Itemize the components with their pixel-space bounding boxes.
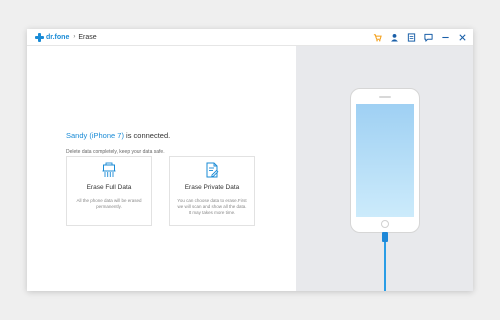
erase-private-data-card[interactable]: Erase Private Data You can choose data t… [169,156,255,226]
shredder-icon [67,162,151,178]
usb-connector [382,232,388,242]
device-name: Sandy (iPhone 7) [66,131,124,140]
card-description: You can choose data to erase.First we wi… [177,198,247,215]
main-panel: Sandy (iPhone 7) is connected. Delete da… [27,46,296,291]
brand-name: dr.fone [46,33,70,41]
connection-status: Sandy (iPhone 7) is connected. [66,131,170,140]
device-panel [296,46,473,291]
card-description: All the phone data will be erased perman… [76,198,142,209]
breadcrumb-section: Erase [78,33,97,41]
erase-full-data-card[interactable]: Erase Full Data All the phone data will … [66,156,152,226]
title-bar-controls [373,31,467,43]
breadcrumb-separator: › [73,34,76,40]
phone-illustration [350,88,420,233]
brand: dr.fone [35,32,70,42]
app-window: dr.fone › Erase Sandy (iPhone 7) is conn… [27,29,473,291]
minimize-icon[interactable] [441,33,450,42]
card-title: Erase Full Data [86,184,132,191]
card-title: Erase Private Data [184,184,240,191]
title-bar: dr.fone › Erase [27,29,473,45]
phone-speaker [379,96,391,98]
chat-icon[interactable] [424,33,433,42]
account-icon[interactable] [390,33,399,42]
close-icon[interactable] [458,33,467,42]
usb-cable [384,242,386,291]
drfone-logo-icon [35,32,44,42]
connection-status-text: is connected. [123,131,171,140]
phone-home-button [381,220,389,228]
cart-icon[interactable] [373,33,382,42]
phone-screen [356,104,414,217]
document-edit-icon [170,162,254,178]
feedback-icon[interactable] [407,32,416,42]
connection-subtext: Delete data completely, keep your data s… [66,149,165,155]
